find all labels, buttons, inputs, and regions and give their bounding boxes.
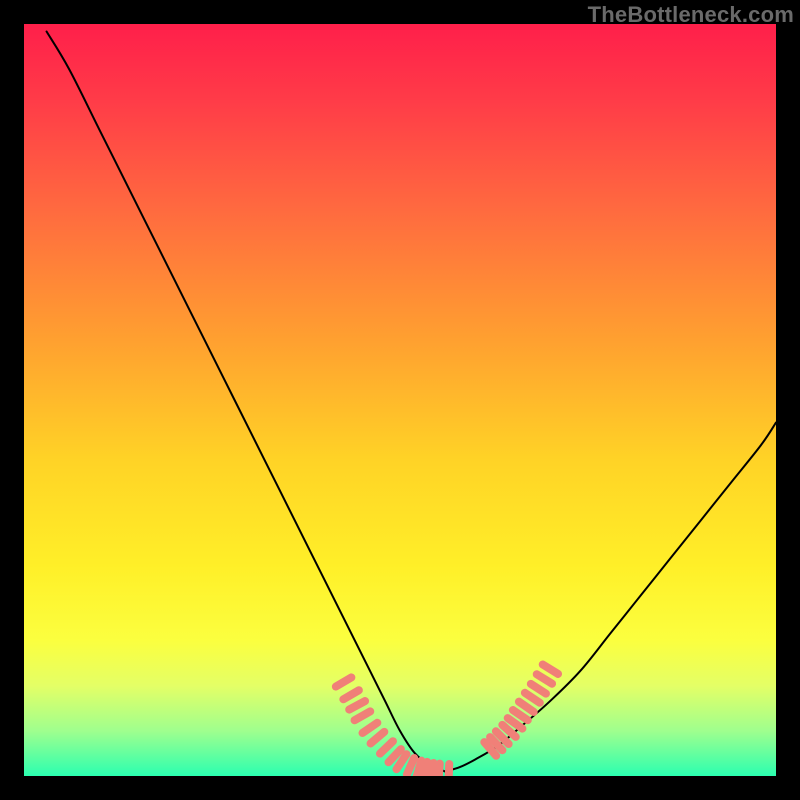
chart-line-0: [47, 32, 446, 772]
chart-marker: [407, 758, 414, 775]
chart-marker: [519, 702, 534, 712]
chart-marker: [438, 764, 439, 776]
chart-marker: [363, 723, 378, 733]
chart-marker: [424, 762, 427, 776]
chart-marker: [349, 701, 365, 710]
chart-marker: [343, 690, 359, 699]
chart-marker: [371, 732, 385, 744]
chart-marker: [416, 761, 421, 776]
chart-marker: [531, 684, 546, 694]
chart-marker: [537, 674, 552, 683]
chart-marker: [543, 665, 558, 674]
chart-marker: [336, 677, 352, 686]
chart-marker: [431, 763, 433, 776]
chart-line-1: [445, 423, 776, 772]
chart-marker: [380, 741, 393, 753]
chart-marker: [449, 764, 450, 776]
chart-svg: [24, 24, 776, 776]
watermark-text: TheBottleneck.com: [0, 2, 794, 28]
chart-marker: [355, 711, 371, 720]
chart-marker: [525, 693, 540, 703]
